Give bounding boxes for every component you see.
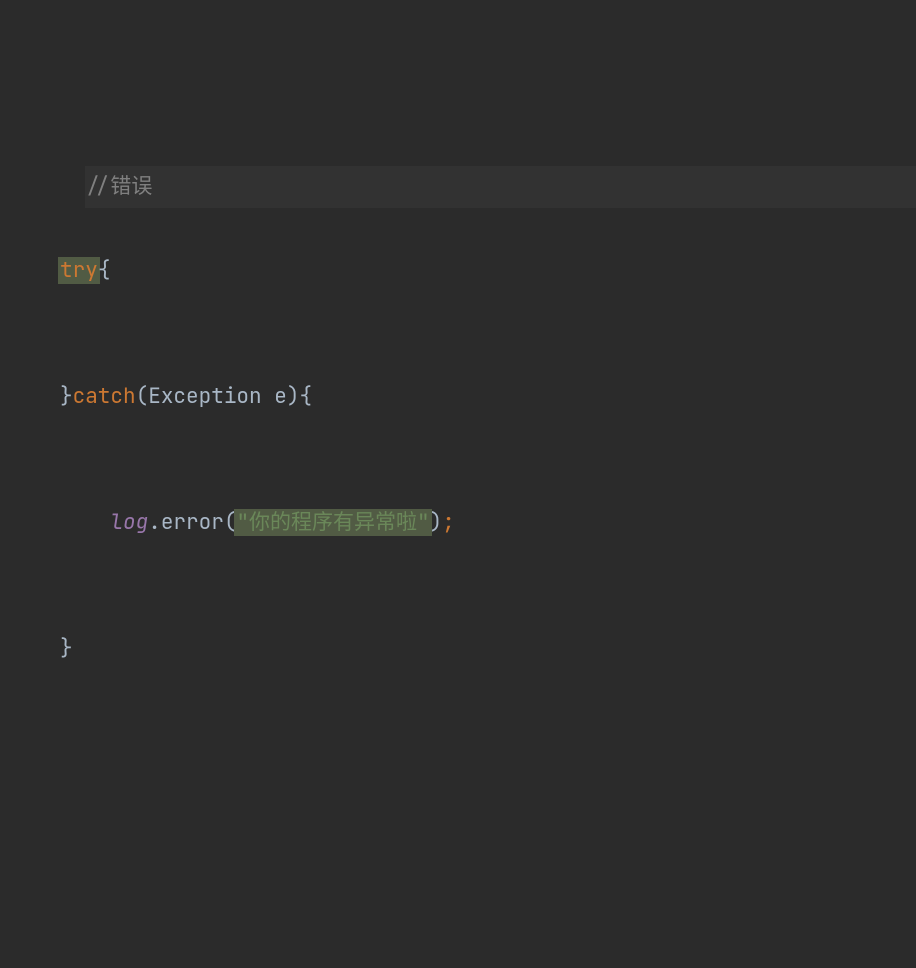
string-literal: "你的程序有异常啦" <box>236 509 429 536</box>
paren: ( <box>136 383 149 410</box>
code-line: try{ <box>60 250 916 292</box>
log-variable: log <box>110 509 148 536</box>
code-editor[interactable]: //错误 try{ }catch(Exception e){ log.error… <box>0 0 916 968</box>
code-line: log.error("你的程序有异常啦"); <box>60 502 916 544</box>
method-call: error <box>161 509 224 536</box>
code-line: }catch(Exception e){ <box>60 376 916 418</box>
brace: } <box>60 635 73 662</box>
keyword-catch: catch <box>73 383 136 410</box>
code-line: //错误 <box>85 166 916 208</box>
blank-line <box>60 922 916 964</box>
brace: { <box>299 383 312 410</box>
paren: ) <box>430 509 443 536</box>
brace: } <box>60 383 73 410</box>
comment-text: //错误 <box>85 173 152 200</box>
keyword-try: try <box>60 257 98 284</box>
semicolon: ; <box>442 509 455 536</box>
exception-decl: Exception e <box>148 383 287 410</box>
brace: { <box>98 257 111 284</box>
blank-line <box>60 796 916 838</box>
dot: . <box>148 509 161 536</box>
code-line: } <box>60 628 916 670</box>
paren: ) <box>287 383 300 410</box>
